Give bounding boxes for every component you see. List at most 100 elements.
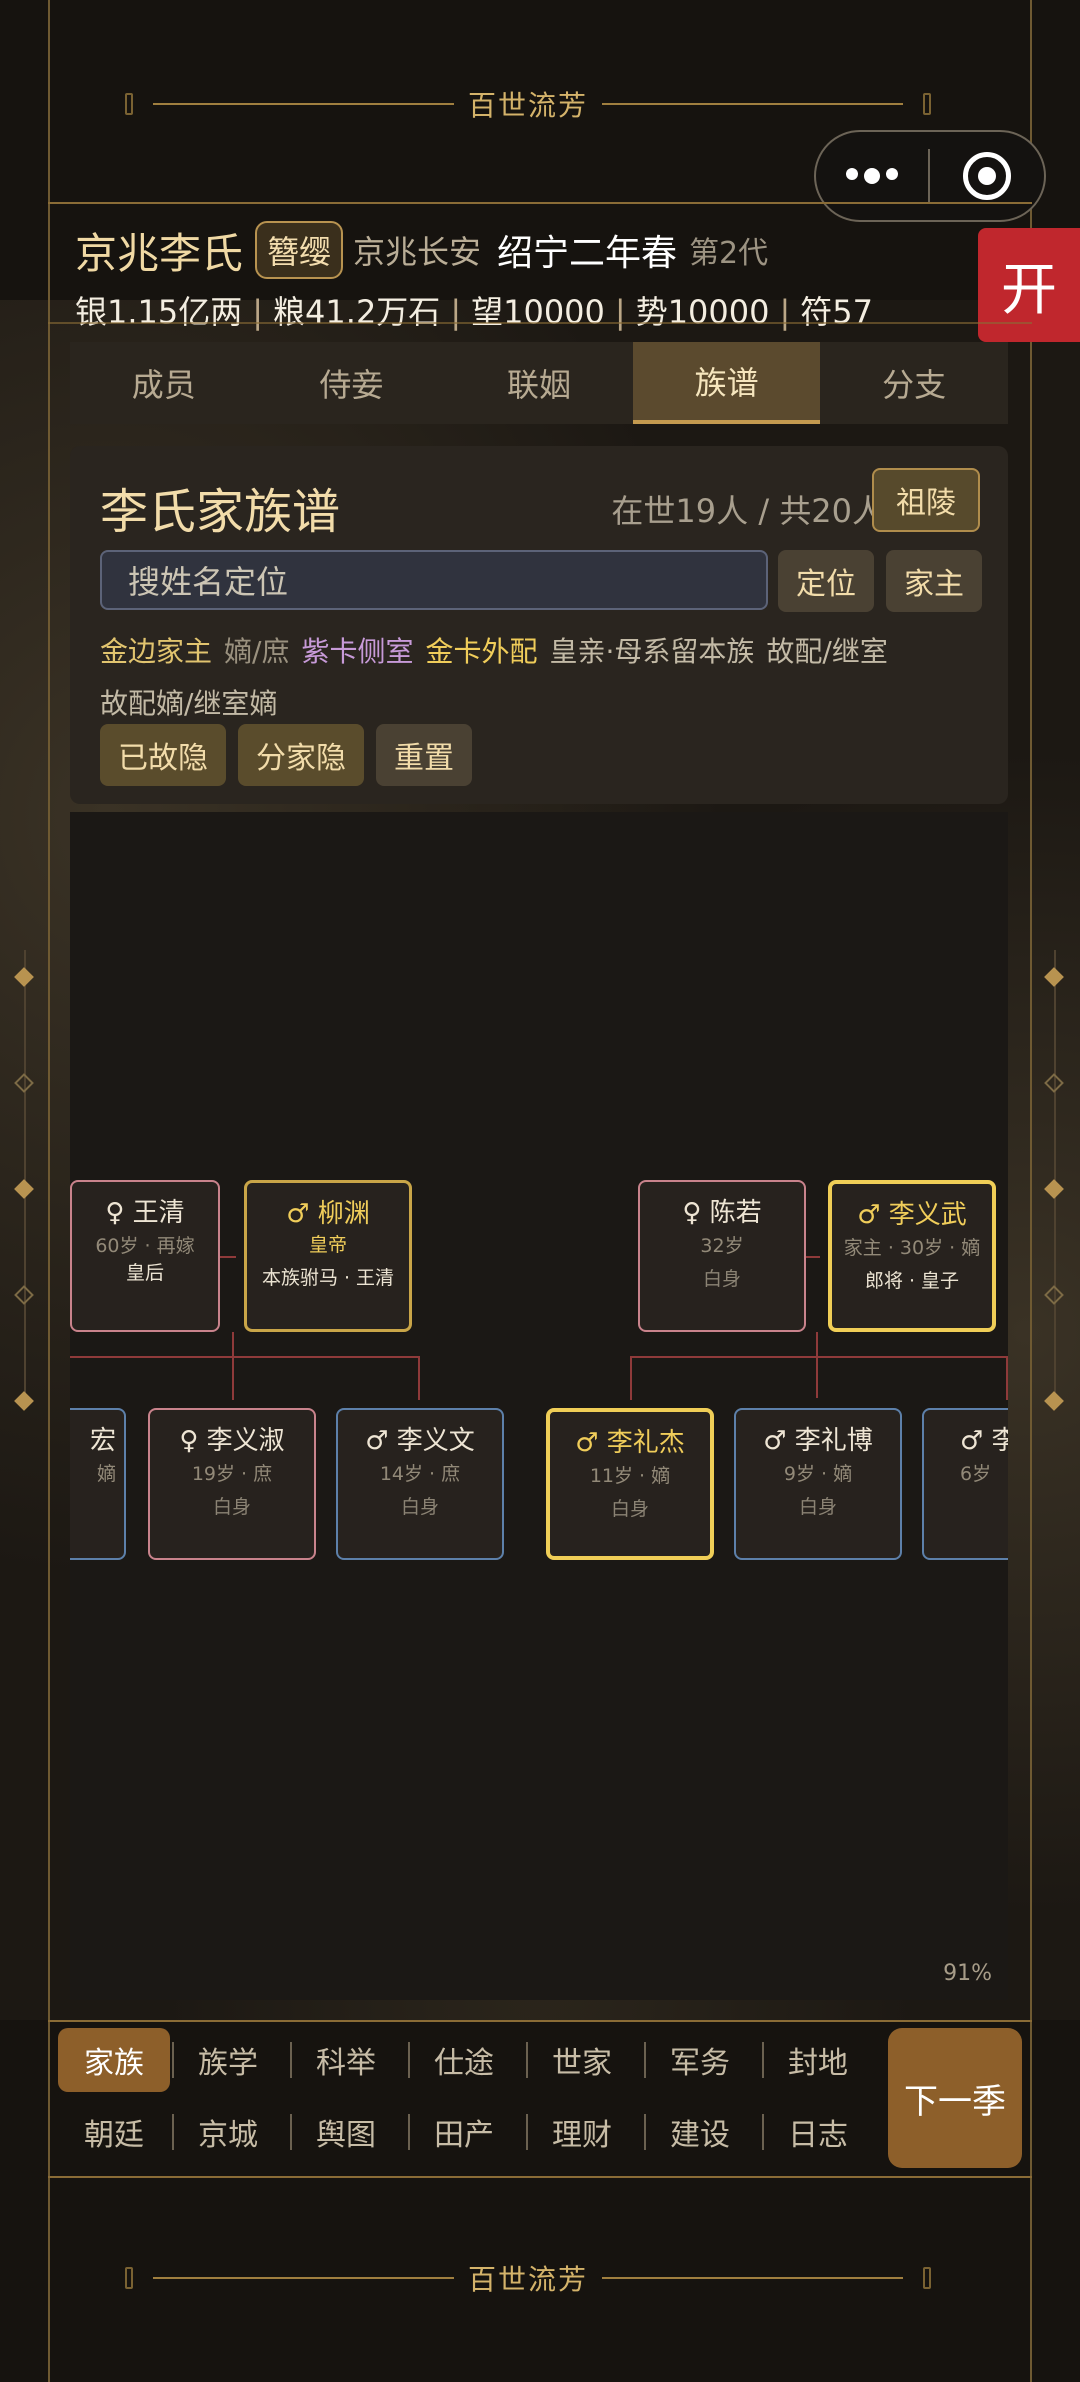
header-divider-top xyxy=(48,202,1032,204)
banner-cap-left xyxy=(125,2267,133,2289)
name-search-input[interactable]: 搜姓名定位 xyxy=(100,550,768,610)
nav-court[interactable]: 朝廷 xyxy=(58,2100,170,2164)
era-label: 绍宁二年春 xyxy=(497,233,678,274)
open-side-button[interactable]: 开 xyxy=(978,228,1080,342)
member-status: 本族驸马 · 王清 xyxy=(261,1267,395,1289)
member-card-li-yiwu[interactable]: ♂ 李义武 家主 · 30岁 · 嫡 郎将 · 皇子 xyxy=(828,1180,996,1332)
nav-log[interactable]: 日志 xyxy=(762,2100,874,2164)
token-stat: 符57 xyxy=(800,293,874,331)
prestige-stat: 望10000 xyxy=(471,293,605,331)
member-meta: 60岁 · 再嫁 xyxy=(95,1235,195,1257)
nav-estates[interactable]: 田产 xyxy=(408,2100,520,2164)
member-meta: 19岁 · 庶 xyxy=(191,1463,273,1485)
legend-royal: 皇亲·母系留本族 xyxy=(549,635,755,668)
member-card-chen-ruo[interactable]: ♀ 陈若 32岁 白身 xyxy=(638,1180,806,1332)
zoom-level: 91% xyxy=(943,1961,992,1986)
family-head-button[interactable]: 家主 xyxy=(886,550,982,612)
clan-location: 京兆长安 xyxy=(353,233,482,271)
bottom-banner: 百世流芳 xyxy=(125,2258,932,2298)
legend-deceased-spouse: 故配/继室 xyxy=(766,635,888,668)
color-legend: 金边家主 嫡/庶 紫卡侧室 金卡外配 皇亲·母系留本族 故配/继室 故配嫡/继室嫡 xyxy=(100,626,980,730)
nav-exam[interactable]: 科举 xyxy=(290,2028,402,2092)
tab-concubines[interactable]: 侍妾 xyxy=(258,342,446,424)
member-name: ♂ 柳渊 xyxy=(286,1199,370,1229)
member-status: 郎将 · 皇子 xyxy=(864,1270,960,1292)
member-name: ♀ 陈若 xyxy=(682,1198,762,1228)
nav-divider-bottom xyxy=(48,2176,1032,2178)
nav-clan[interactable]: 家族 xyxy=(58,2028,170,2092)
member-name: ♂ 李礼杰 xyxy=(575,1428,685,1458)
banner-cap-right xyxy=(923,93,932,115)
member-card-partial-hong[interactable]: 宏 嫡 xyxy=(70,1408,126,1560)
more-icon[interactable] xyxy=(816,168,928,184)
nav-school[interactable]: 族学 xyxy=(172,2028,284,2092)
legend-deceased-legit: 故配嫡/继室嫡 xyxy=(100,687,278,720)
top-banner: 百世流芳 xyxy=(125,84,932,124)
member-status: 白身 xyxy=(702,1268,741,1290)
member-meta: 11岁 · 嫡 xyxy=(589,1465,671,1487)
reset-button[interactable]: 重置 xyxy=(376,724,472,786)
legend-gold-head: 金边家主 xyxy=(100,635,213,668)
member-count: 在世19人 / 共20人 xyxy=(611,492,884,530)
tab-members[interactable]: 成员 xyxy=(70,342,258,424)
next-season-button[interactable]: 下一季 xyxy=(888,2028,1022,2168)
nav-career[interactable]: 仕途 xyxy=(408,2028,520,2092)
header-divider-bottom xyxy=(48,322,1032,324)
legend-purple: 紫卡侧室 xyxy=(301,635,414,668)
resource-stats: 银1.15亿两 | 粮41.2万石 | 望10000 | 势10000 | 符57 xyxy=(75,293,874,331)
banner-cap-right xyxy=(923,2267,932,2289)
member-name: ♂ 李义武 xyxy=(857,1200,967,1230)
member-card-li-yiwen[interactable]: ♂ 李义文 14岁 · 庶 白身 xyxy=(336,1408,504,1560)
member-name: ♂ 李礼博 xyxy=(763,1426,873,1456)
clan-badge[interactable]: 簪缨 xyxy=(255,221,344,279)
member-card-liu-yuan[interactable]: ♂ 柳渊 皇帝 本族驸马 · 王清 xyxy=(244,1180,412,1332)
member-name: ♀ 王清 xyxy=(105,1198,185,1228)
member-status: 白身 xyxy=(610,1498,649,1520)
member-card-li-yishu[interactable]: ♀ 李义淑 19岁 · 庶 白身 xyxy=(148,1408,316,1560)
legend-legit: 嫡/庶 xyxy=(224,635,290,668)
member-card-partial-li[interactable]: ♂ 李 6岁 白 xyxy=(922,1408,1008,1560)
member-meta: 家主 · 30岁 · 嫡 xyxy=(843,1237,981,1259)
tab-branches[interactable]: 分支 xyxy=(820,342,1008,424)
member-status: 皇后 xyxy=(125,1262,164,1284)
banner-title: 百世流芳 xyxy=(468,89,589,122)
member-meta: 6岁 xyxy=(960,1463,992,1485)
member-meta: 9岁 · 嫡 xyxy=(783,1463,853,1485)
member-name: ♀ 李义淑 xyxy=(179,1426,285,1456)
member-status: 白身 xyxy=(212,1496,251,1518)
close-target-icon[interactable] xyxy=(930,152,1044,200)
hide-branch-button[interactable]: 分家隐 xyxy=(238,724,364,786)
member-status: 白 xyxy=(960,1492,1008,1519)
ancestral-tomb-button[interactable]: 祖陵 xyxy=(872,468,980,532)
family-tree-canvas[interactable]: ♀ 王清 60岁 · 再嫁 皇后 ♂ 柳渊 皇帝 本族驸马 · 王清 ♀ 陈若 … xyxy=(70,812,1008,2000)
generation-label: 第2代 xyxy=(689,236,769,271)
tab-bar: 成员 侍妾 联姻 族谱 分支 xyxy=(70,342,1008,424)
silver-stat: 银1.15亿两 xyxy=(75,293,243,331)
member-status: 白身 xyxy=(798,1496,837,1518)
banner-title: 百世流芳 xyxy=(468,2263,589,2296)
tab-marriage[interactable]: 联姻 xyxy=(445,342,633,424)
member-card-wang-qing[interactable]: ♀ 王清 60岁 · 再嫁 皇后 xyxy=(70,1180,220,1332)
nav-construction[interactable]: 建设 xyxy=(644,2100,756,2164)
tab-genealogy[interactable]: 族谱 xyxy=(632,342,821,424)
genealogy-panel: 李氏家族谱 在世19人 / 共20人 祖陵 搜姓名定位 定位 家主 金边家主 嫡/… xyxy=(70,446,1008,804)
member-name: ♂ 李义文 xyxy=(365,1426,475,1456)
nav-nobles[interactable]: 世家 xyxy=(526,2028,638,2092)
nav-fief[interactable]: 封地 xyxy=(762,2028,874,2092)
member-card-li-lijie[interactable]: ♂ 李礼杰 11岁 · 嫡 白身 xyxy=(546,1408,714,1560)
nav-finance[interactable]: 理财 xyxy=(526,2100,638,2164)
nav-military[interactable]: 军务 xyxy=(644,2028,756,2092)
member-meta: 32岁 xyxy=(700,1235,744,1257)
bottom-navigation: 家族 族学 科举 仕途 世家 军务 封地 朝廷 京城 舆图 田产 理财 建设 日… xyxy=(48,2022,1032,2172)
hide-deceased-button[interactable]: 已故隐 xyxy=(100,724,226,786)
banner-cap-left xyxy=(125,93,133,115)
member-name: 宏 xyxy=(89,1426,116,1456)
panel-title: 李氏家族谱 xyxy=(100,484,341,540)
grain-stat: 粮41.2万石 xyxy=(273,293,441,331)
member-card-li-libo[interactable]: ♂ 李礼博 9岁 · 嫡 白身 xyxy=(734,1408,902,1560)
member-meta: 皇帝 xyxy=(308,1234,347,1256)
locate-button[interactable]: 定位 xyxy=(778,550,874,612)
nav-map[interactable]: 舆图 xyxy=(290,2100,402,2164)
nav-capital[interactable]: 京城 xyxy=(172,2100,284,2164)
clan-header: 京兆李氏 簪缨 京兆长安 绍宁二年春 第2代 xyxy=(75,218,768,282)
